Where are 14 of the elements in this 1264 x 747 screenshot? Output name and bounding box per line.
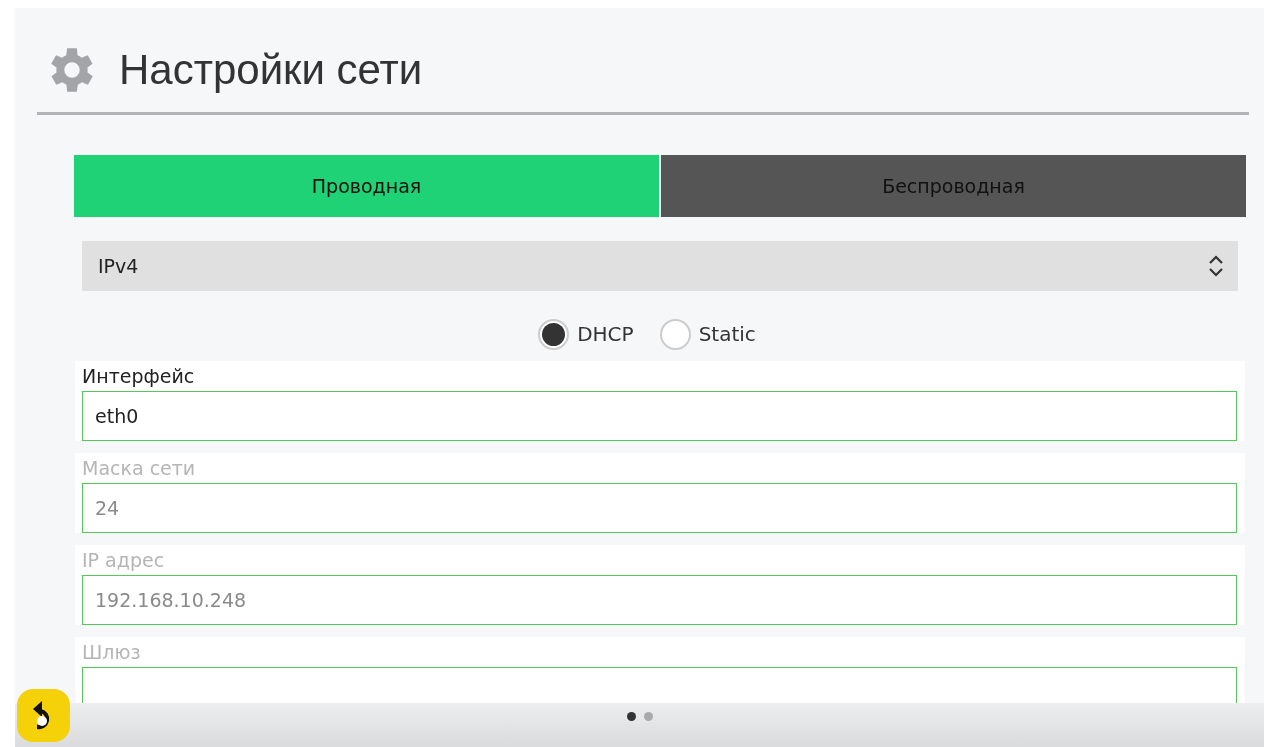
page-dot[interactable] bbox=[626, 712, 636, 721]
chevron-updown-icon bbox=[1208, 254, 1224, 278]
input-field[interactable]: eth0 bbox=[82, 391, 1237, 441]
field-label: Интерфейс bbox=[82, 365, 196, 387]
radio-option[interactable]: DHCP bbox=[538, 318, 634, 350]
page-dot[interactable] bbox=[643, 712, 653, 721]
radio-option[interactable]: Static bbox=[659, 318, 756, 350]
field-label: Маска сети bbox=[82, 457, 197, 479]
field-label: IP адрес bbox=[82, 549, 166, 571]
tab[interactable]: Проводная bbox=[74, 155, 659, 217]
protocol-select[interactable]: IPv4 bbox=[82, 241, 1238, 291]
back-button[interactable] bbox=[17, 689, 70, 742]
page-title: Настройки сети bbox=[119, 46, 423, 94]
field-label: Шлюз bbox=[82, 641, 142, 663]
